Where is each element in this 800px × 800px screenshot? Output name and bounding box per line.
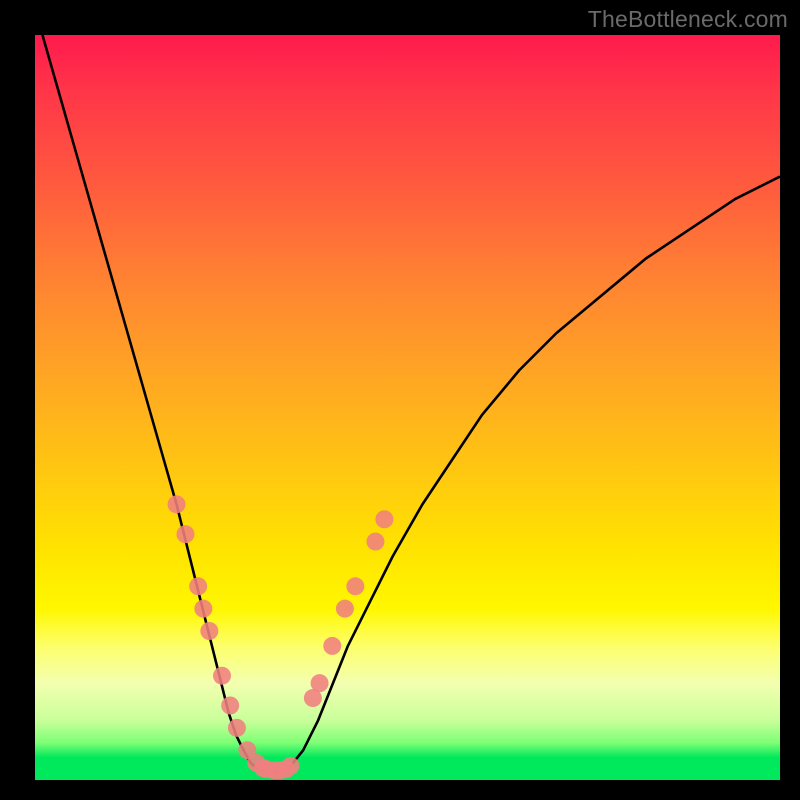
highlight-dot	[189, 577, 207, 595]
highlight-dot	[366, 533, 384, 551]
highlight-dot	[323, 637, 341, 655]
highlight-dot	[168, 495, 186, 513]
highlight-dot	[194, 600, 212, 618]
chart-frame: TheBottleneck.com	[0, 0, 800, 800]
highlight-dot	[282, 757, 300, 775]
curve-layer	[35, 35, 780, 780]
highlight-dot	[200, 622, 218, 640]
curve-right-branch	[288, 177, 780, 769]
highlight-dots	[168, 495, 394, 779]
plot-area	[35, 35, 780, 780]
highlight-dot	[375, 510, 393, 528]
highlight-dot	[176, 525, 194, 543]
highlight-dot	[336, 600, 354, 618]
watermark-text: TheBottleneck.com	[588, 6, 788, 33]
highlight-dot	[213, 667, 231, 685]
highlight-dot	[221, 697, 239, 715]
highlight-dot	[346, 577, 364, 595]
curve-left-branch	[42, 35, 258, 769]
highlight-dot	[311, 674, 329, 692]
highlight-dot	[228, 719, 246, 737]
bottleneck-curve	[42, 35, 780, 773]
